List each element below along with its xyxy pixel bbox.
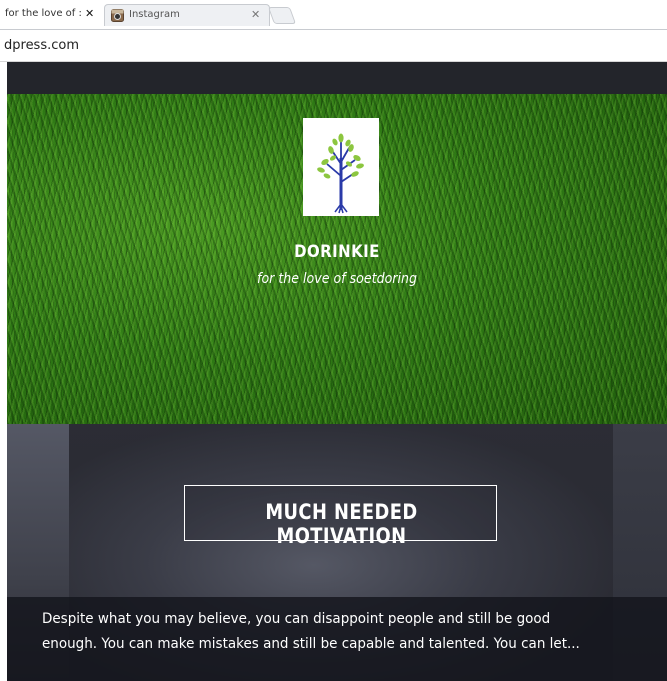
site-tagline: for the love of soetdoring bbox=[257, 271, 417, 287]
post-title[interactable]: MUCH NEEDED MOTIVATION bbox=[208, 500, 474, 548]
new-tab-button[interactable] bbox=[267, 7, 297, 24]
post-title-frame[interactable]: MUCH NEEDED MOTIVATION bbox=[184, 485, 497, 548]
site-header-hero: DORINKIE for the love of soetdoring bbox=[7, 94, 667, 424]
tab-close-icon[interactable]: ✕ bbox=[251, 8, 260, 22]
browser-tab-bar: for the love of : ✕ Instagram ✕ bbox=[0, 0, 667, 30]
address-bar[interactable]: dpress.com bbox=[0, 30, 667, 62]
post-excerpt-band: Despite what you may believe, you can di… bbox=[7, 597, 667, 681]
post-excerpt: Despite what you may believe, you can di… bbox=[42, 611, 580, 652]
site-top-bar bbox=[7, 62, 667, 94]
tree-logo-icon bbox=[317, 133, 364, 214]
url-text[interactable]: dpress.com bbox=[4, 38, 79, 53]
tab-active[interactable]: for the love of : ✕ bbox=[0, 4, 101, 26]
tab-title: Instagram bbox=[129, 9, 180, 20]
tab-title: for the love of : bbox=[5, 8, 82, 19]
site-logo[interactable] bbox=[303, 118, 379, 216]
instagram-favicon-icon bbox=[111, 9, 124, 22]
web-page: DORINKIE for the love of soetdoring MUCH… bbox=[7, 62, 667, 681]
window-edge bbox=[0, 62, 7, 681]
tab-close-icon[interactable]: ✕ bbox=[85, 7, 94, 21]
tab-instagram[interactable]: Instagram ✕ bbox=[104, 4, 270, 26]
featured-post[interactable]: MUCH NEEDED MOTIVATION Despite what you … bbox=[7, 424, 667, 681]
site-title[interactable]: DORINKIE bbox=[47, 242, 628, 262]
